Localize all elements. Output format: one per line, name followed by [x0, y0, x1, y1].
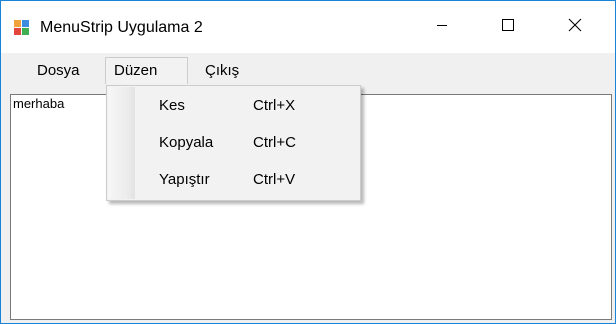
duzen-dropdown-menu: Kes Ctrl+X Kopyala Ctrl+C Yapıştır Ctrl+… [106, 85, 361, 201]
menu-strip: Dosya Düzen Çıkış [1, 54, 615, 86]
close-icon [568, 18, 582, 37]
menu-cikis[interactable]: Çıkış [197, 57, 247, 84]
menu-duzen[interactable]: Düzen [105, 57, 188, 84]
title-bar[interactable]: MenuStrip Uygulama 2 [1, 1, 615, 53]
menu-item-shortcut: Ctrl+X [253, 97, 296, 114]
windows-form-icon [14, 20, 30, 36]
minimize-icon [436, 18, 448, 36]
maximize-icon [501, 18, 515, 37]
text-box-content: merhaba [13, 96, 65, 111]
menu-item-label: Çıkış [205, 62, 240, 79]
menu-item-shortcut: Ctrl+C [253, 134, 296, 151]
menu-item-kes[interactable]: Kes Ctrl+X [107, 89, 360, 121]
menu-item-label: Kopyala [159, 134, 214, 151]
window-title: MenuStrip Uygulama 2 [40, 19, 203, 36]
minimize-button[interactable] [419, 1, 465, 53]
menu-item-yapistir[interactable]: Yapıştır Ctrl+V [107, 163, 360, 195]
maximize-button[interactable] [485, 1, 531, 53]
menu-item-label: Dosya [37, 62, 80, 79]
menu-item-label: Düzen [114, 62, 158, 79]
menu-dosya[interactable]: Dosya [29, 57, 88, 84]
close-button[interactable] [552, 1, 598, 53]
app-window: MenuStrip Uygulama 2 Dosya Düzen Çıkış m… [0, 0, 616, 324]
menu-item-label: Kes [159, 97, 185, 114]
menu-item-shortcut: Ctrl+V [253, 171, 296, 188]
menu-item-kopyala[interactable]: Kopyala Ctrl+C [107, 126, 360, 158]
menu-item-label: Yapıştır [159, 171, 210, 188]
